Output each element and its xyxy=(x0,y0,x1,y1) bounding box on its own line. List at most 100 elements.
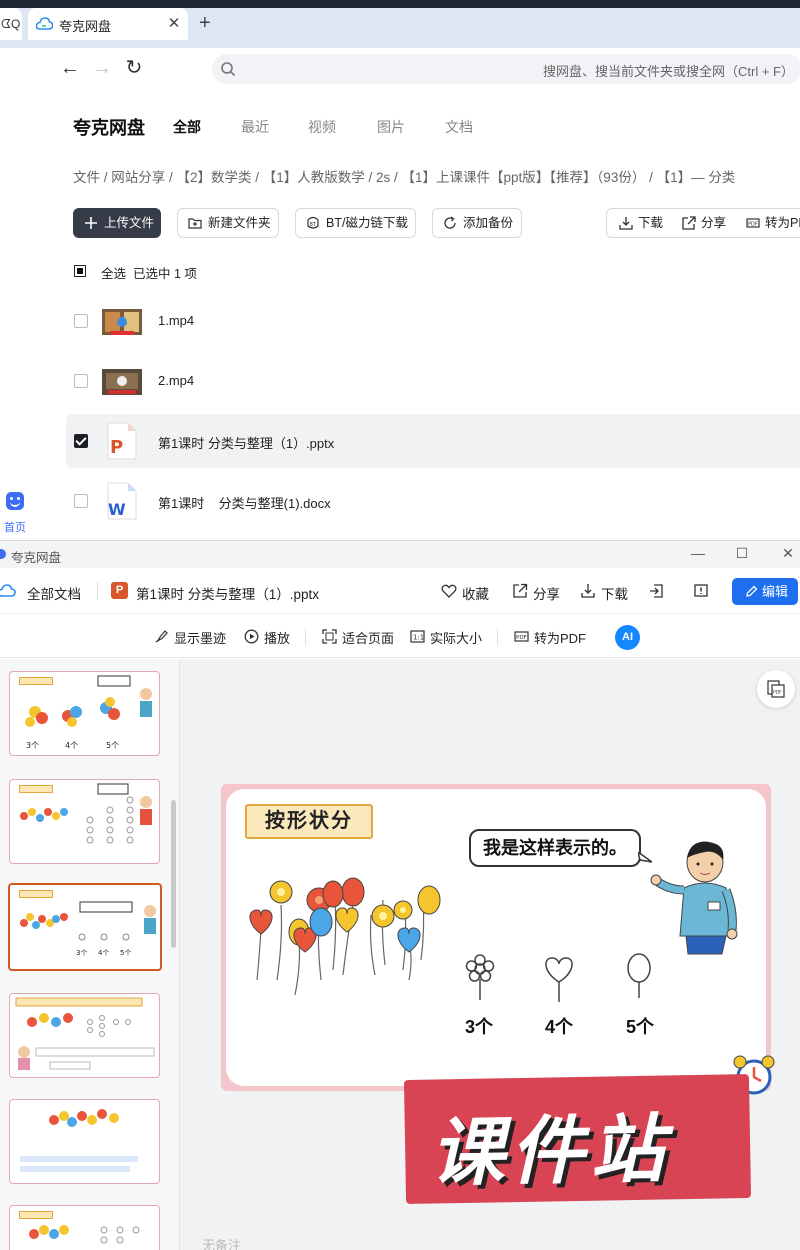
svg-text:3个: 3个 xyxy=(26,741,39,750)
speech-bubble: 我是这样表示的。 xyxy=(469,829,641,867)
favorite-button[interactable]: 收藏 xyxy=(441,583,489,603)
quark-cloud-icon xyxy=(36,17,53,30)
home-icon[interactable] xyxy=(6,492,24,510)
video-thumbnail xyxy=(102,309,142,335)
all-docs-link[interactable]: 全部文档 xyxy=(27,583,81,603)
svg-text:W: W xyxy=(108,500,126,519)
nav-bar: ← → ↻ 搜网盘、搜当前文件夹或搜全网（Ctrl + F） xyxy=(0,48,800,92)
floating-pdf-button[interactable]: PDF xyxy=(757,670,795,708)
slide-thumbnail-panel[interactable]: 3个 4个 5个 3个 4个 5个 xyxy=(0,659,180,1250)
svg-text:PDF: PDF xyxy=(773,690,782,696)
back-button[interactable]: ← xyxy=(58,56,82,80)
slide-thumbnail[interactable]: 3个 4个 5个 xyxy=(9,671,160,756)
thumbnail-scrollbar[interactable] xyxy=(171,800,176,948)
boy-illustration xyxy=(650,841,738,955)
thumb-tag xyxy=(19,890,53,898)
viewer-download-button[interactable]: 下载 xyxy=(580,583,628,603)
download-label: 下载 xyxy=(638,216,664,230)
viewer-download-label: 下载 xyxy=(601,587,628,602)
fit-page-button[interactable]: 适合页面 xyxy=(322,628,394,647)
convert-pdf-button[interactable]: PDF 转为PDF xyxy=(745,209,800,237)
share-icon xyxy=(513,583,528,598)
docx-file-icon: W xyxy=(107,482,137,520)
row-checkbox[interactable] xyxy=(74,494,88,508)
tab-quark-netdisk[interactable]: 夸克网盘 ✕ xyxy=(28,8,188,40)
bt-download-button[interactable]: BT BT/磁力链下载 xyxy=(295,208,416,238)
file-name[interactable]: 第1课时 分类与整理(1).docx xyxy=(158,493,331,512)
new-folder-label: 新建文件夹 xyxy=(208,216,271,230)
viewer-share-button[interactable]: 分享 xyxy=(512,583,560,603)
viewer-titlebar: 夸克网盘 — ☐ ✕ xyxy=(0,540,800,568)
select-all-checkbox[interactable] xyxy=(74,265,86,277)
fit-page-label: 适合页面 xyxy=(342,631,395,646)
edit-button[interactable]: 编辑 xyxy=(732,578,798,605)
feedback-icon[interactable] xyxy=(693,583,709,599)
tab-close-icon[interactable]: ✕ xyxy=(166,14,182,32)
play-button[interactable]: 播放 xyxy=(244,628,290,647)
add-backup-button[interactable]: 添加备份 xyxy=(432,208,522,238)
ai-assistant-button[interactable]: AI xyxy=(615,625,640,650)
maximize-button[interactable]: ☐ xyxy=(732,545,752,562)
file-name[interactable]: 1.mp4 xyxy=(158,313,194,328)
breadcrumb[interactable]: 文件 / 网站分享 / 【2】数学类 / 【1】人教版数学 / 2s / 【1】… xyxy=(73,166,735,186)
divider xyxy=(497,629,498,645)
file-name[interactable]: 2.mp4 xyxy=(158,373,194,388)
tab-previous[interactable]: ᗧQ xyxy=(0,8,22,40)
tab-docs[interactable]: 文档 xyxy=(445,117,473,137)
show-ink-button[interactable]: 显示墨迹 xyxy=(154,628,226,647)
upload-button[interactable]: 上传文件 xyxy=(73,208,161,238)
actual-size-label: 实际大小 xyxy=(430,631,483,646)
sidebar-item-home[interactable]: 首页 xyxy=(4,519,26,535)
viewer-share-label: 分享 xyxy=(533,587,560,602)
new-folder-button[interactable]: 新建文件夹 xyxy=(177,208,279,238)
file-row[interactable]: 2.mp4 xyxy=(66,354,800,408)
search-placeholder: 搜网盘、搜当前文件夹或搜全网（Ctrl + F） xyxy=(543,64,794,79)
viewer-convert-pdf-label: 转为PDF xyxy=(534,631,587,646)
search-icon xyxy=(221,62,236,77)
minimize-button[interactable]: — xyxy=(688,545,708,561)
count-label: 4个 xyxy=(545,1017,574,1037)
tab-video[interactable]: 视频 xyxy=(308,117,336,137)
tab-recent[interactable]: 最近 xyxy=(241,117,269,137)
row-checkbox[interactable] xyxy=(74,374,88,388)
tab-all[interactable]: 全部 xyxy=(173,117,201,137)
close-button[interactable]: ✕ xyxy=(778,545,798,562)
open-external-icon[interactable] xyxy=(649,583,665,599)
forward-button[interactable]: → xyxy=(90,56,114,80)
selected-count: 已选中 1 项 xyxy=(133,267,197,281)
file-row-selected[interactable]: P 第1课时 分类与整理（1）.pptx xyxy=(66,414,800,468)
file-name[interactable]: 第1课时 分类与整理（1）.pptx xyxy=(158,433,334,452)
select-all-label[interactable]: 全选 xyxy=(101,263,126,282)
new-tab-button[interactable]: + xyxy=(199,13,211,33)
slide-thumbnail[interactable] xyxy=(9,1205,160,1250)
slide-thumbnail[interactable] xyxy=(9,993,160,1078)
divider xyxy=(305,629,306,645)
row-checkbox-checked[interactable] xyxy=(74,434,88,448)
pptx-file-icon: P xyxy=(107,422,137,460)
row-checkbox[interactable] xyxy=(74,314,88,328)
count-label: 3个 xyxy=(465,1017,494,1037)
download-button[interactable]: 下载 xyxy=(618,209,663,237)
thumb-art xyxy=(20,1109,138,1172)
slide-thumbnail[interactable] xyxy=(9,779,160,864)
share-button[interactable]: 分享 xyxy=(681,209,726,237)
watermark-text: 课件站 xyxy=(429,1106,671,1197)
file-row[interactable]: 1.mp4 xyxy=(66,294,800,348)
viewer-header: 全部文档 P 第1课时 分类与整理（1）.pptx 收藏 分享 下载 编辑 xyxy=(0,568,800,614)
pen-icon xyxy=(155,630,168,643)
search-input[interactable]: 搜网盘、搜当前文件夹或搜全网（Ctrl + F） xyxy=(212,54,800,84)
slide-thumbnail-current[interactable]: 3个 4个 5个 xyxy=(8,883,162,971)
viewer-convert-pdf-button[interactable]: PDF 转为PDF xyxy=(514,628,586,647)
pptx-icon: P xyxy=(111,582,128,599)
file-row[interactable]: W 第1课时 分类与整理(1).docx xyxy=(66,474,800,528)
actual-size-button[interactable]: 1:1 实际大小 xyxy=(410,628,482,647)
show-ink-label: 显示墨迹 xyxy=(174,631,227,646)
slide-thumbnail[interactable] xyxy=(9,1099,160,1184)
window-top-strip xyxy=(0,0,800,8)
share-icon xyxy=(682,216,696,230)
actual-size-icon: 1:1 xyxy=(410,630,425,643)
tab-images[interactable]: 图片 xyxy=(377,117,405,137)
reload-button[interactable]: ↻ xyxy=(122,56,146,80)
viewer-toolbar: 显示墨迹 播放 适合页面 1:1 实际大小 PDF 转为PDF AI xyxy=(0,614,800,658)
brand-title: 夸克网盘 xyxy=(73,118,145,138)
